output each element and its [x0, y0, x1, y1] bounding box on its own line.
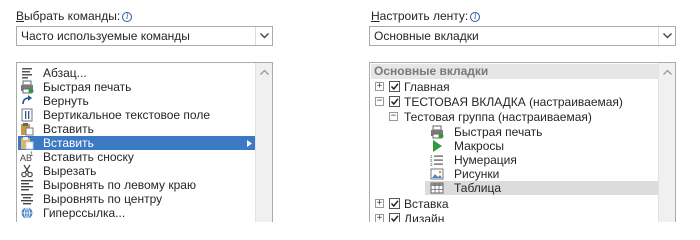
expand-icon[interactable]: +: [375, 199, 384, 208]
svg-text:1: 1: [30, 152, 34, 158]
list-item[interactable]: AB 1 Вставить сноску: [18, 150, 256, 164]
list-item[interactable]: Выровнять по центру: [18, 192, 256, 206]
align-center-icon: [21, 194, 33, 205]
tree-tab-custom[interactable]: − ТЕСТОВАЯ ВКЛАДКА (настраиваемая): [371, 95, 659, 109]
dropdown-arrow-button[interactable]: [255, 27, 272, 45]
list-item[interactable]: Быстрая печать: [18, 80, 256, 94]
list-item-selected[interactable]: Вставить: [18, 136, 256, 150]
choose-commands-value: Часто используемые команды: [21, 29, 190, 43]
align-left-icon: [21, 180, 33, 191]
chevron-down-icon: [663, 33, 672, 39]
expand-icon[interactable]: +: [375, 82, 384, 91]
collapse-icon[interactable]: −: [375, 97, 384, 106]
checkbox-checked-icon[interactable]: [389, 81, 400, 92]
expand-icon[interactable]: +: [375, 214, 384, 222]
scroll-up-icon[interactable]: [260, 69, 269, 75]
list-item[interactable]: Вставить: [18, 122, 256, 136]
choose-commands-dropdown[interactable]: Часто используемые команды: [16, 26, 273, 46]
tree-tab-design[interactable]: + Дизайн: [371, 212, 659, 222]
list-item[interactable]: Вернуть: [18, 94, 256, 108]
paste-icon: [21, 123, 34, 136]
customize-ribbon-dropdown[interactable]: Основные вкладки: [369, 26, 676, 46]
choose-commands-label: Выбрать команды: i: [16, 9, 133, 24]
customize-ribbon-label: Настроить ленту: i: [371, 9, 481, 24]
dropdown-arrow-button[interactable]: [658, 27, 675, 45]
scissors-icon: [21, 164, 33, 178]
scroll-up-icon[interactable]: [663, 69, 672, 75]
quick-print-icon: [21, 80, 34, 94]
ribbon-tree[interactable]: Основные вкладки + Главная − ТЕСТОВАЯ ВК…: [369, 62, 676, 222]
redo-icon: [22, 95, 32, 105]
tree-command-highlighted[interactable]: Таблица: [425, 181, 674, 195]
commands-list[interactable]: Абзац... Быстрая печать Вернуть Вертикал…: [16, 62, 273, 222]
info-icon[interactable]: i: [122, 12, 133, 22]
list-item[interactable]: Вырезать: [18, 164, 256, 178]
picture-icon: [430, 168, 444, 180]
paragraph-icon: [22, 68, 32, 79]
tree-group-custom[interactable]: − Тестовая группа (настраиваемая): [371, 110, 659, 124]
table-icon: [430, 182, 444, 194]
tree-command[interactable]: Рисунки: [371, 167, 659, 181]
tree-command[interactable]: Макросы: [371, 139, 659, 153]
checkbox-checked-icon[interactable]: [389, 198, 400, 209]
chevron-down-icon: [260, 33, 269, 39]
submenu-arrow-icon: [247, 140, 252, 147]
play-macro-icon: [433, 140, 442, 152]
vertical-scrollbar[interactable]: [658, 63, 675, 222]
tree-tab-insert[interactable]: + Вставка: [371, 197, 659, 211]
collapse-icon[interactable]: −: [389, 112, 398, 121]
list-item[interactable]: Гиперссылка...: [18, 206, 256, 220]
tree-command[interactable]: Быстрая печать: [371, 125, 659, 139]
checkbox-checked-icon[interactable]: [389, 213, 400, 222]
paste-options-icon: [21, 137, 34, 150]
hyperlink-icon: [21, 207, 33, 219]
list-item[interactable]: Вертикальное текстовое поле: [18, 108, 256, 122]
quick-print-icon: [431, 125, 444, 139]
list-item[interactable]: Выровнять по левому краю: [18, 178, 256, 192]
vertical-scrollbar[interactable]: [255, 63, 272, 222]
customize-ribbon-value: Основные вкладки: [374, 29, 479, 43]
numbering-icon: 123: [430, 154, 443, 167]
footnote-icon: AB1: [20, 152, 34, 163]
tree-command[interactable]: 123 Нумерация: [371, 153, 663, 167]
info-icon[interactable]: i: [470, 12, 481, 22]
tree-header: Основные вкладки: [371, 64, 675, 79]
checkbox-checked-icon[interactable]: [389, 96, 400, 107]
list-item[interactable]: Абзац...: [18, 66, 256, 80]
vertical-textbox-icon: [21, 108, 33, 122]
tree-tab-home[interactable]: + Главная: [371, 80, 659, 94]
